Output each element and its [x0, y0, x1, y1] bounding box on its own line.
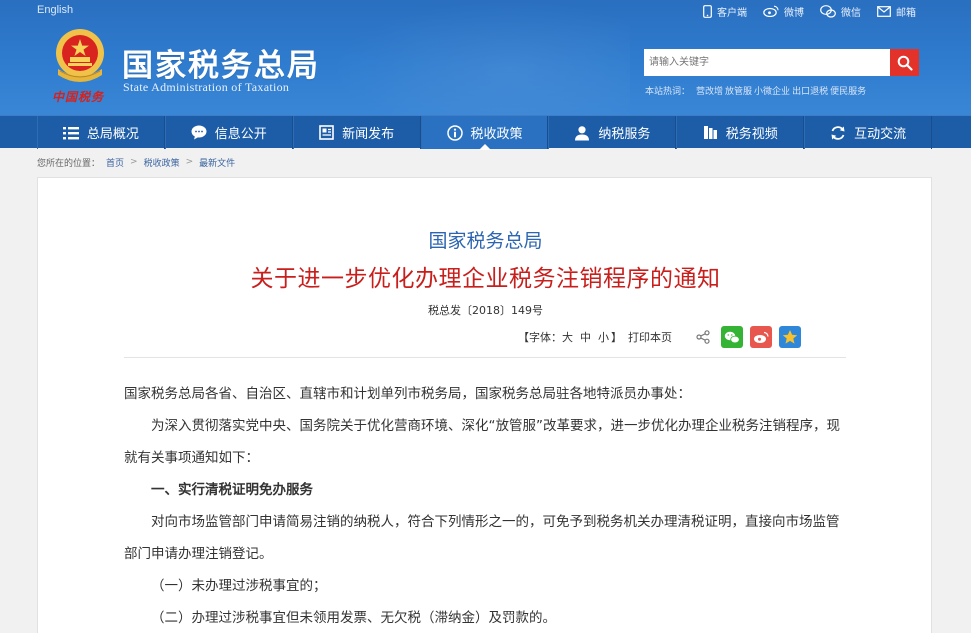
hot-word[interactable]: 小微企业: [754, 84, 790, 97]
wechat-icon: [724, 331, 740, 343]
menu-icon: [62, 126, 79, 139]
nav-item-tax-video[interactable]: 税务视频: [676, 116, 805, 149]
mail-icon: [877, 5, 891, 17]
nav-item-news[interactable]: 新闻发布: [292, 116, 421, 149]
nav-item-tax-service[interactable]: 纳税服务: [548, 116, 677, 149]
share-icon: [696, 330, 710, 344]
breadcrumb: 您所在的位置： 首页 > 税收政策 > 最新文件: [37, 155, 235, 169]
nav-item-overview[interactable]: 总局概况: [37, 116, 165, 149]
weibo-icon: [763, 5, 779, 17]
print-link[interactable]: 打印本页: [628, 329, 672, 345]
user-icon: [575, 125, 590, 140]
search-icon: [897, 55, 913, 71]
national-emblem-icon[interactable]: [50, 25, 110, 91]
article-title: 关于进一步优化办理企业税务注销程序的通知: [250, 266, 721, 292]
font-size-medium[interactable]: 中: [580, 329, 591, 345]
paragraph-item-1: （一）未办理过涉税事宜的；: [151, 578, 327, 594]
paragraph-intro: 为深入贯彻落实党中央、国务院关于优化营商环境、深化“放管服”改革要求，进一步优化…: [124, 418, 840, 466]
newspaper-icon: [319, 125, 334, 140]
site-title[interactable]: 国家税务总局: [122, 40, 320, 85]
share-icons: [692, 326, 801, 348]
chevron-right-icon: >: [185, 157, 194, 167]
weibo-share-button[interactable]: [750, 326, 772, 348]
client-link[interactable]: 客户端: [703, 4, 747, 19]
refresh-icon: [831, 125, 845, 140]
font-size-large[interactable]: 大: [562, 329, 573, 345]
qzone-share-button[interactable]: [779, 326, 801, 348]
breadcrumb-home[interactable]: 首页: [106, 156, 124, 169]
info-icon: [446, 124, 463, 141]
english-link[interactable]: English: [37, 4, 73, 16]
chat-bubble-icon: [191, 125, 207, 140]
hot-word[interactable]: 便民服务: [830, 84, 866, 97]
search-input[interactable]: [644, 49, 891, 76]
font-size-small[interactable]: 小: [598, 329, 609, 345]
hot-word[interactable]: 放管服: [725, 84, 752, 97]
hot-word[interactable]: 营改增: [696, 84, 723, 97]
paragraph-section-1: 对向市场监管部门申请简易注销的纳税人，符合下列情形之一的，可免予到税务机关办理清…: [124, 514, 840, 562]
hot-words: 本站热词： 营改增 放管服 小微企业 出口退税 便民服务: [645, 84, 866, 97]
font-label-open: 【字体：: [518, 331, 562, 344]
hot-word[interactable]: 出口退税: [792, 84, 828, 97]
nav-item-info[interactable]: 信息公开: [164, 116, 293, 149]
seal-text: 中国税务: [52, 90, 105, 104]
weibo-icon: [754, 331, 769, 343]
mail-link[interactable]: 邮箱: [877, 4, 916, 19]
font-label-close: 】: [611, 331, 622, 344]
main-nav: 总局概况 信息公开 新闻发布 税收政策 纳税服务 税务视频 互动交流: [0, 115, 971, 150]
paragraph-salutation: 国家税务总局各省、自治区、直辖市和计划单列市税务局，国家税务总局驻各地特派员办事…: [124, 386, 691, 402]
nav-item-tax-policy[interactable]: 税收政策: [420, 116, 549, 150]
article-tools: 【字体： 大 中 小 】 打印本页: [518, 325, 801, 349]
star-icon: [782, 330, 798, 344]
section-heading-1: 一、实行清税证明免办服务: [151, 482, 313, 498]
article-panel: 国家税务总局 关于进一步优化办理企业税务注销程序的通知 税总发〔2018〕149…: [37, 177, 932, 633]
breadcrumb-prefix: 您所在的位置：: [37, 158, 101, 169]
font-size-group: 大 中 小: [562, 329, 609, 345]
breadcrumb-latest-docs[interactable]: 最新文件: [199, 156, 235, 169]
phone-icon: [703, 4, 712, 18]
top-links: 客户端 微博 微信 邮箱: [703, 3, 916, 19]
article-issuer: 国家税务总局: [428, 230, 543, 252]
header-divider: [124, 357, 846, 358]
article-body: 国家税务总局各省、自治区、直辖市和计划单列市税务局，国家税务总局驻各地特派员办事…: [124, 378, 848, 633]
nav-item-interaction[interactable]: 互动交流: [804, 116, 933, 149]
site-header: English 客户端 微博 微信 邮箱 中国税务 国家税务总局 State A…: [0, 0, 971, 115]
video-icon: [703, 126, 717, 139]
site-subtitle: State Administration of Taxation: [123, 80, 290, 94]
document-number: 税总发〔2018〕149号: [428, 304, 543, 317]
wechat-share-button[interactable]: [721, 326, 743, 348]
wechat-icon: [820, 4, 836, 18]
weibo-link[interactable]: 微博: [763, 4, 804, 19]
header-ornament: [330, 0, 630, 115]
wechat-link[interactable]: 微信: [820, 4, 861, 19]
search-button[interactable]: [890, 49, 919, 76]
chevron-right-icon: >: [130, 157, 138, 167]
share-button[interactable]: [692, 326, 714, 348]
paragraph-item-2: （二）办理过涉税事宜但未领用发票、无欠税（滞纳金）及罚款的。: [151, 610, 556, 626]
hot-words-label: 本站热词：: [645, 87, 691, 97]
breadcrumb-tax-policy[interactable]: 税收政策: [144, 156, 180, 169]
